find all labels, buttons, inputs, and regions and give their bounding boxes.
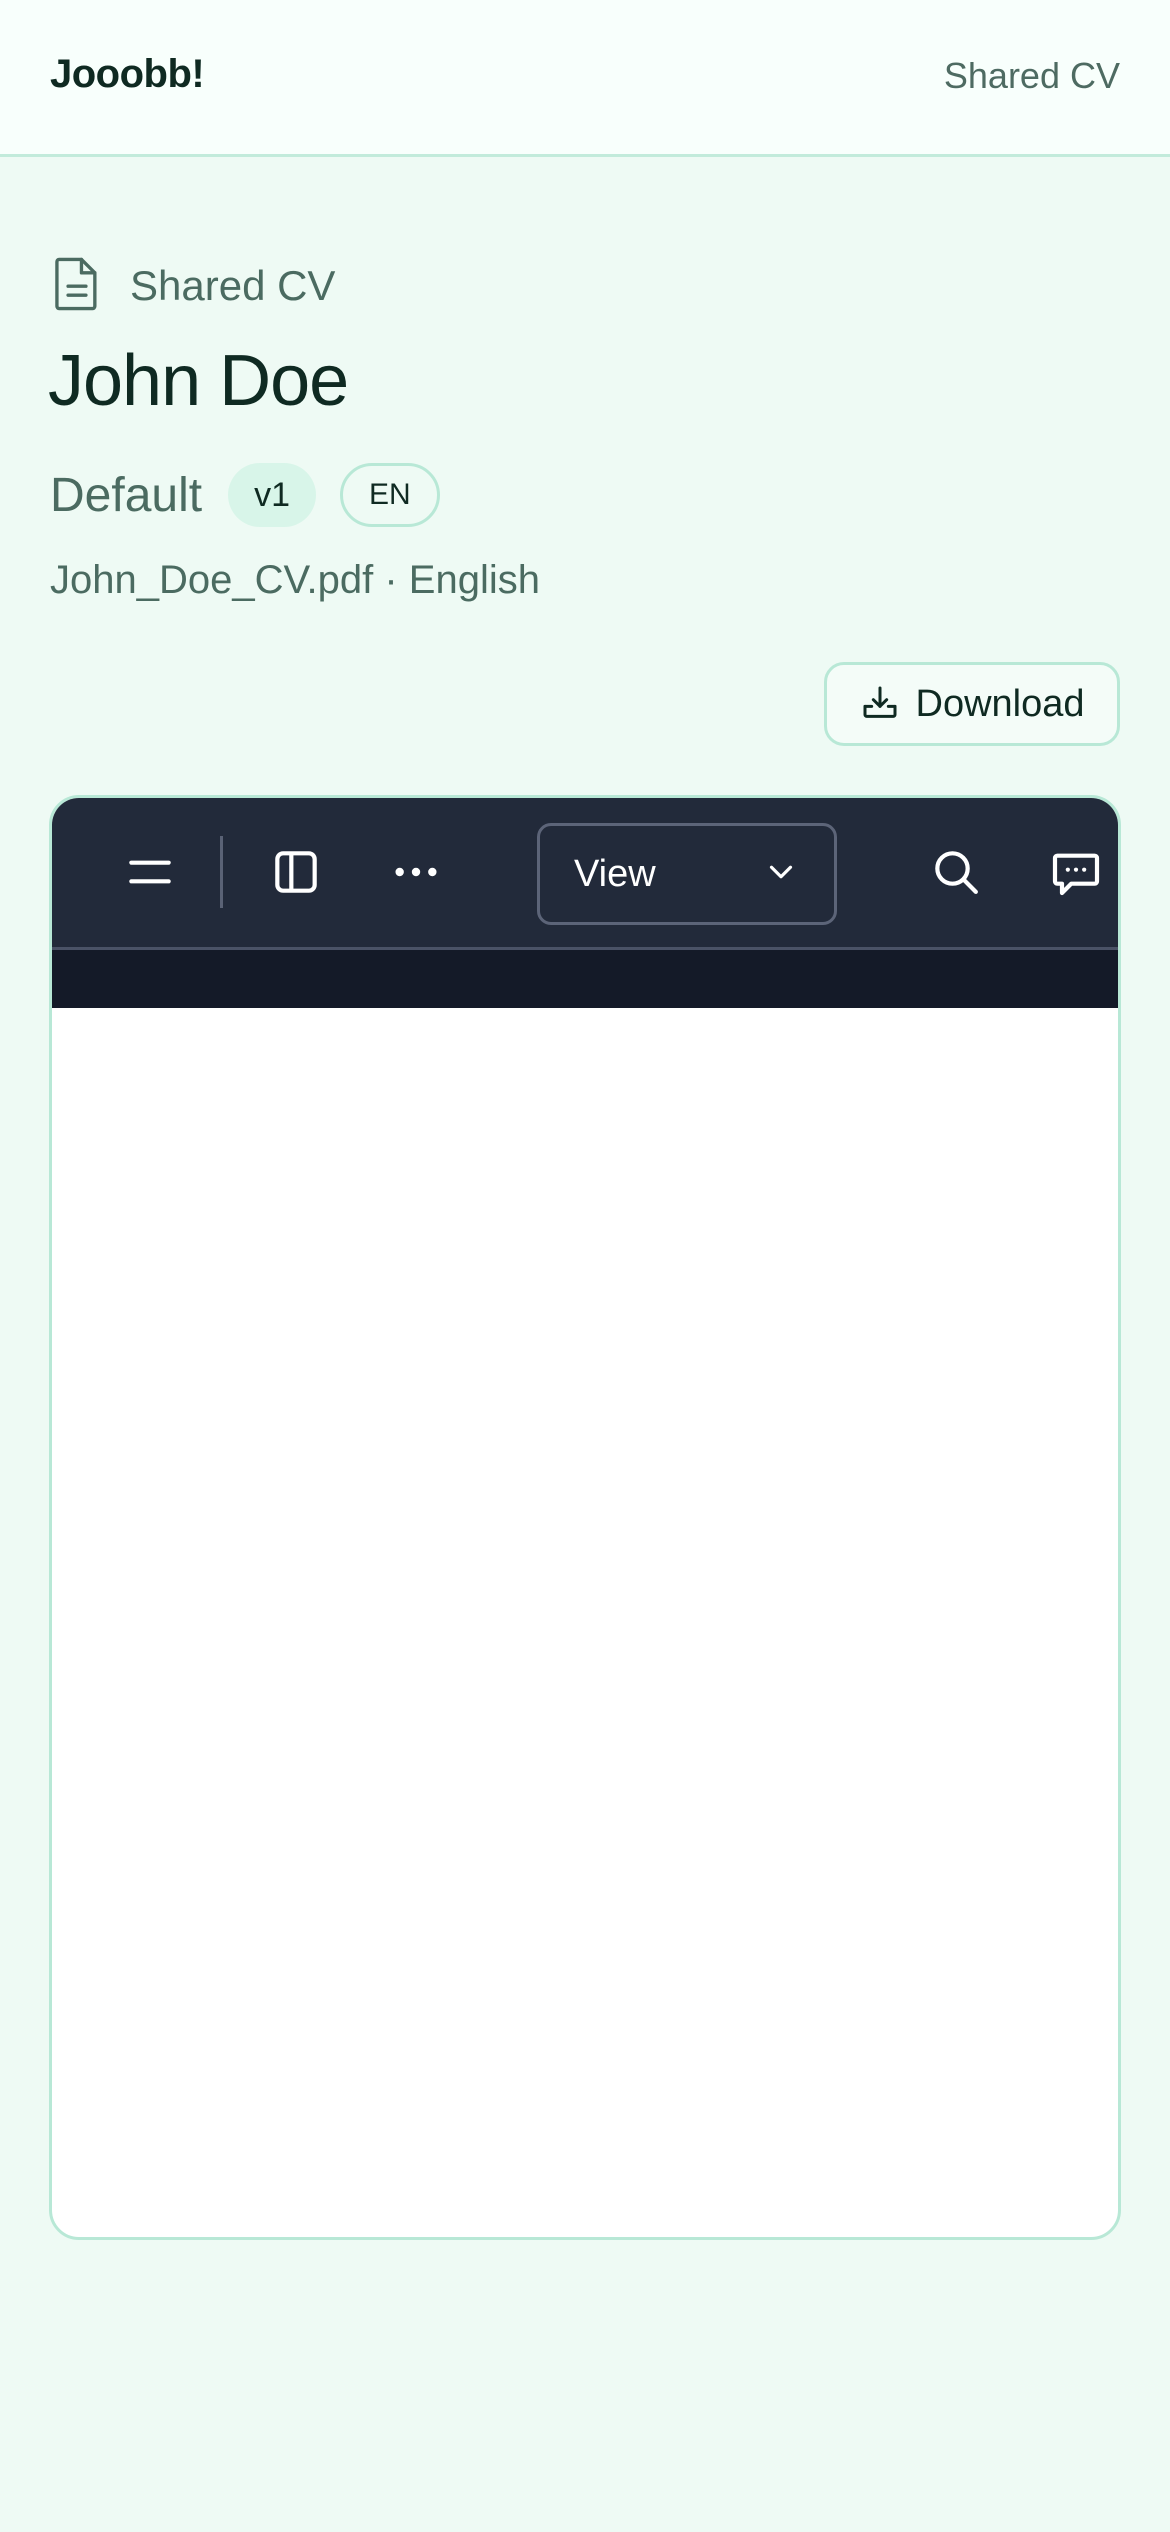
variant-label: Default (50, 468, 203, 522)
sidebar-toggle-icon (268, 844, 324, 905)
view-dropdown-value: View (574, 852, 656, 895)
file-info: John_Doe_CV.pdf · English (50, 558, 540, 602)
cv-meta-row: Default v1 EN (50, 462, 440, 528)
toolbar-divider (220, 836, 223, 908)
viewer-toolbar: View (52, 798, 1118, 950)
more-options-button[interactable] (382, 840, 450, 908)
brand-logo[interactable]: Jooobb! (50, 52, 205, 97)
eyebrow-label: Shared CV (130, 262, 336, 309)
menu-button[interactable] (116, 840, 184, 908)
menu-icon (122, 844, 178, 905)
comment-button[interactable] (1042, 840, 1110, 908)
download-label: Download (915, 682, 1085, 725)
version-badge: v1 (228, 463, 317, 527)
pdf-viewer[interactable]: View (49, 795, 1121, 2240)
nav-shared-cv[interactable]: Shared CV (944, 55, 1120, 97)
language-badge: EN (340, 463, 440, 527)
more-icon (388, 844, 444, 905)
top-bar: Jooobb! Shared CV (0, 0, 1170, 157)
page-title: John Doe (48, 341, 349, 421)
view-dropdown[interactable]: View (537, 823, 837, 925)
download-button[interactable]: Download (824, 662, 1120, 746)
comment-icon (1048, 844, 1104, 905)
search-button[interactable] (922, 840, 990, 908)
chevron-down-icon (762, 853, 800, 896)
viewer-subbar (52, 950, 1118, 1008)
page-eyebrow: Shared CV (50, 256, 335, 316)
sidebar-toggle-button[interactable] (262, 840, 330, 908)
download-icon (860, 683, 900, 726)
search-icon (928, 844, 984, 905)
document-icon (50, 255, 104, 318)
